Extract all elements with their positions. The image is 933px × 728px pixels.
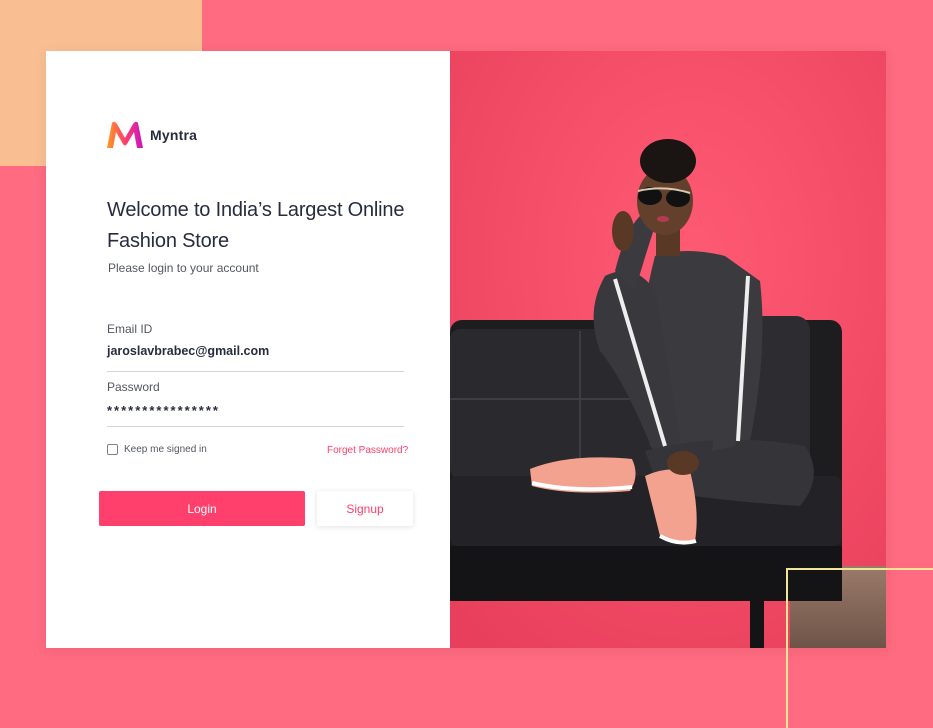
page-subtitle: Please login to your account: [108, 261, 259, 275]
email-field[interactable]: jaroslavbrabec@gmail.com: [107, 344, 269, 358]
fashion-model-photo: [450, 51, 886, 648]
password-underline: [107, 426, 404, 427]
brand-name: Myntra: [150, 127, 198, 143]
forgot-password-link[interactable]: Forget Password?: [327, 445, 408, 456]
decorative-frame-line: [786, 568, 933, 728]
keep-signed-in-label: Keep me signed in: [124, 444, 207, 455]
keep-signed-in-checkbox[interactable]: [107, 444, 118, 455]
keep-signed-in-option[interactable]: Keep me signed in: [107, 444, 207, 455]
password-field[interactable]: ****************: [107, 403, 220, 418]
page-title: Welcome to India’s Largest Online Fashio…: [107, 199, 405, 252]
login-button[interactable]: Login: [99, 491, 305, 526]
hero-photo: [450, 51, 886, 648]
brand-logo: Myntra: [106, 121, 197, 149]
login-card: Myntra Welcome to India’s Largest Online…: [46, 51, 886, 648]
myntra-logo-icon: [107, 121, 143, 148]
signup-button[interactable]: Signup: [317, 491, 413, 526]
email-label: Email ID: [107, 322, 153, 336]
password-label: Password: [107, 380, 160, 394]
login-form-pane: Myntra Welcome to India’s Largest Online…: [46, 51, 450, 648]
email-underline: [107, 371, 404, 372]
